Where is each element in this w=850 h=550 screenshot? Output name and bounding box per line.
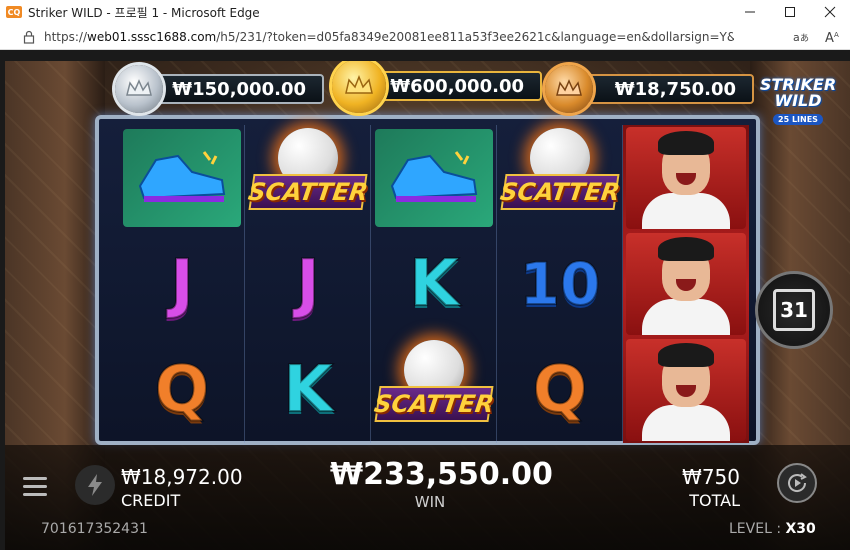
address-bar-icons: aあ AA (792, 28, 842, 46)
reels: J Q SCATTER J K K SCATTER SCATTER 10 Q (119, 125, 749, 443)
jackpot-gold: ₩600,000.00 (332, 61, 542, 113)
menu-icon-line (23, 484, 47, 488)
total-bet-label: TOTAL (689, 491, 740, 510)
reel-cell (371, 125, 497, 231)
window-controls (730, 0, 850, 24)
reel-cell (119, 125, 245, 231)
win-value: ₩233,550.00 (330, 457, 553, 492)
reel-4: SCATTER 10 Q (497, 125, 623, 443)
jackpot-silver-value: ₩150,000.00 (149, 74, 324, 104)
reel-cell: 10 (497, 231, 623, 337)
reel-cell: J (119, 231, 245, 337)
scatter-symbol: SCATTER (246, 126, 370, 230)
boot-symbol-icon (375, 129, 493, 227)
lock-icon[interactable] (22, 30, 36, 44)
url-field[interactable]: https://web01.sssc1688.com/h5/231/?token… (44, 30, 734, 44)
reel-cell: SCATTER (497, 125, 623, 231)
logo-lines-badge: 25 LINES (773, 114, 823, 125)
reel-1: JQ (119, 125, 245, 443)
menu-button[interactable] (23, 471, 53, 501)
spin-counter-value: 31 (773, 289, 815, 331)
player-wild-symbol (626, 127, 746, 229)
maximize-icon (785, 7, 795, 17)
turbo-button[interactable] (75, 465, 115, 505)
total-bet-value[interactable]: ₩750 (660, 465, 740, 489)
menu-icon (23, 476, 47, 480)
reel-cell: K (245, 337, 371, 443)
reel-5 (623, 125, 749, 443)
bottom-bar: ₩18,972.00 CREDIT ₩233,550.00 WIN ₩750 T… (5, 445, 850, 550)
bet-level: LEVEL : X30 (729, 521, 816, 537)
window-titlebar: CQ Striker WILD - 프로필 1 - Microsoft Edge (0, 0, 850, 24)
text-size-icon[interactable]: AA (824, 28, 842, 46)
reel-frame: J Q SCATTER J K K SCATTER SCATTER 10 Q (95, 115, 760, 445)
autoplay-icon (788, 473, 807, 492)
symbol-j: J (169, 246, 195, 322)
jackpot-silver: ₩150,000.00 (115, 65, 324, 113)
reel-cell: K (371, 231, 497, 337)
svg-text:A: A (834, 31, 839, 39)
credit-value: ₩18,972.00 (121, 465, 243, 489)
session-id: 701617352431 (41, 521, 148, 537)
close-button[interactable] (810, 0, 850, 24)
gold-medal-icon (332, 61, 386, 113)
minimize-icon (745, 11, 755, 13)
symbol-q: Q (532, 352, 588, 428)
svg-text:あ: あ (800, 33, 809, 44)
svg-text:A: A (825, 31, 834, 44)
close-icon (824, 6, 836, 18)
address-bar: https://web01.sssc1688.com/h5/231/?token… (0, 24, 850, 50)
read-aloud-icon[interactable]: aあ (792, 28, 810, 46)
reel-cell: Q (119, 337, 245, 443)
logo-text-wild: WILD (774, 91, 822, 110)
credit-label: CREDIT (121, 491, 181, 510)
turbo-icon (88, 474, 102, 496)
reel-cell: SCATTER (245, 125, 371, 231)
free-spin-counter-button[interactable]: 31 (755, 271, 833, 349)
reel-cell (623, 125, 749, 231)
bronze-medal-icon (545, 65, 593, 113)
reel-cell (623, 337, 749, 443)
level-value: X30 (785, 521, 816, 537)
game-canvas[interactable]: ₩150,000.00 ₩600,000.00 ₩18,750.00 STRIK… (5, 61, 850, 550)
game-logo: STRIKER WILD 25 LINES (753, 77, 843, 137)
svg-text:a: a (793, 31, 800, 44)
reel-cell: J (245, 231, 371, 337)
window-title: Striker WILD - 프로필 1 - Microsoft Edge (28, 5, 260, 20)
app-icon: CQ (6, 6, 22, 18)
url-prefix: https:// (44, 29, 88, 44)
reel-cell: SCATTER (371, 337, 497, 443)
jackpot-bronze-value: ₩18,750.00 (579, 74, 754, 104)
minimize-button[interactable] (730, 0, 770, 24)
scatter-label: SCATTER (372, 386, 496, 422)
maximize-button[interactable] (770, 0, 810, 24)
symbol-j: J (295, 246, 321, 322)
scatter-label: SCATTER (498, 174, 622, 210)
reel-3: K SCATTER (371, 125, 497, 443)
win-label: WIN (414, 493, 446, 511)
scatter-label: SCATTER (246, 174, 370, 210)
boot-symbol-icon (123, 129, 241, 227)
silver-medal-icon (115, 65, 163, 113)
player-wild-symbol (626, 233, 746, 335)
reel-cell (623, 231, 749, 337)
symbol-k: K (282, 352, 334, 428)
scatter-symbol: SCATTER (372, 338, 496, 442)
symbol-q: Q (154, 352, 210, 428)
player-wild-symbol (626, 339, 746, 441)
autoplay-button[interactable] (777, 463, 817, 503)
url-host: web01.sssc1688.com (87, 29, 217, 44)
symbol-10: 10 (519, 249, 602, 319)
level-label: LEVEL : (729, 521, 782, 537)
reel-cell: Q (497, 337, 623, 443)
url-path: /h5/231/?token=d05fa8349e20081ee811a53f3… (216, 29, 734, 44)
symbol-k: K (408, 246, 460, 322)
jackpot-gold-value: ₩600,000.00 (372, 71, 542, 101)
menu-icon-line (23, 492, 47, 496)
jackpot-bronze: ₩18,750.00 (545, 65, 754, 113)
reel-2: SCATTER J K (245, 125, 371, 443)
scatter-symbol: SCATTER (498, 126, 622, 230)
